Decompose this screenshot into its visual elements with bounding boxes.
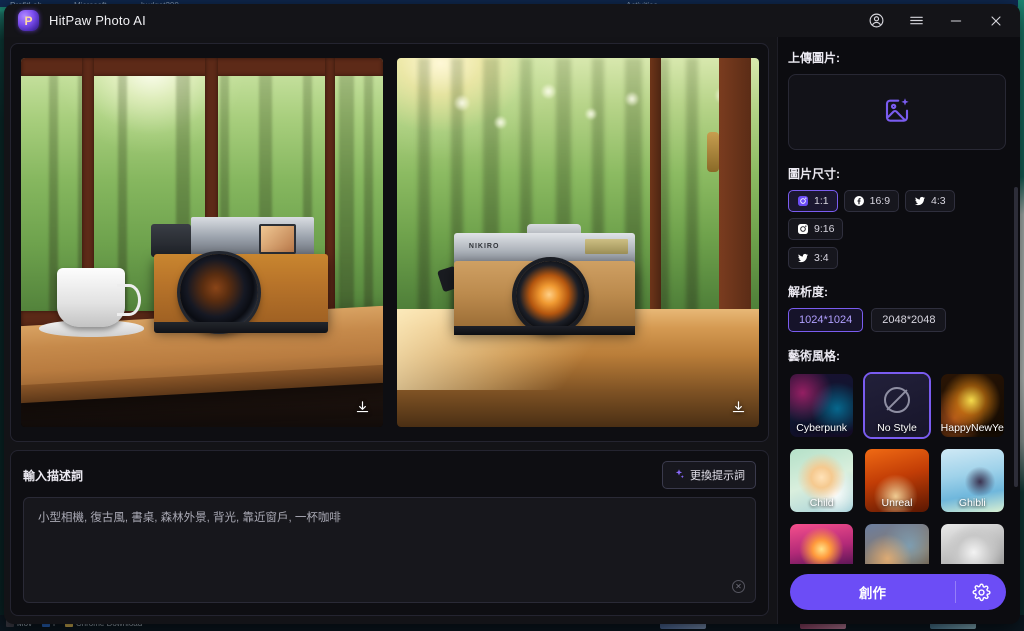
style-option-watercolor[interactable]: Watercolor xyxy=(863,522,930,564)
create-button[interactable]: 創作 xyxy=(790,574,955,610)
style-option-no-style[interactable]: No Style xyxy=(863,372,931,439)
clear-prompt-button[interactable]: ✕ xyxy=(732,580,745,593)
aspect-option-label: 9:16 xyxy=(814,223,835,235)
prompt-panel: 輸入描述詞 更換提示詞 小型相機, 復古風, 書桌, 森林外景, 背光, 靠近窗… xyxy=(10,450,769,616)
aspect-option-label: 16:9 xyxy=(869,195,891,207)
resolution-option-1024[interactable]: 1024*1024 xyxy=(788,308,864,332)
generated-image-card[interactable] xyxy=(20,58,383,427)
prompt-text: 小型相機, 復古風, 書桌, 森林外景, 背光, 靠近窗戶, 一杯咖啡 xyxy=(38,512,341,524)
style-option-cyberpunk[interactable]: Cyberpunk xyxy=(788,372,855,439)
app-logo-glyph: P xyxy=(24,13,33,28)
aspect-section-title: 圖片尺寸: xyxy=(788,167,840,181)
resolution-options: 1024*1024 2048*2048 xyxy=(788,308,1006,332)
aspect-option-4-3[interactable]: 4:3 xyxy=(905,190,955,212)
resolution-section-title: 解析度: xyxy=(788,285,828,299)
prompt-label: 輸入描述詞 xyxy=(23,468,84,483)
settings-sidebar: 上傳圖片: 圖片尺寸: 1:1 16:9 4:3 9:16 3:4 解析度: 1… xyxy=(777,37,1020,624)
resolution-option-2048[interactable]: 2048*2048 xyxy=(871,308,947,332)
facebook-icon xyxy=(853,195,865,207)
change-prompt-label: 更換提示詞 xyxy=(690,470,745,482)
download-icon[interactable] xyxy=(353,397,373,417)
gear-icon[interactable] xyxy=(956,574,1006,610)
app-logo-icon: P xyxy=(18,10,39,31)
style-option-happynewyear[interactable]: HappyNewYear xyxy=(939,372,1006,439)
instagram-icon xyxy=(797,195,809,207)
style-option-sketch[interactable]: Sketch xyxy=(939,522,1006,564)
create-button-group: 創作 xyxy=(790,574,1006,610)
style-label: HappyNewYear xyxy=(940,422,1004,434)
aspect-option-label: 1:1 xyxy=(814,195,829,207)
style-label: No Style xyxy=(877,422,917,434)
style-option-child[interactable]: Child xyxy=(788,447,855,514)
close-icon[interactable] xyxy=(976,4,1016,37)
prompt-input[interactable]: 小型相機, 復古風, 書桌, 森林外景, 背光, 靠近窗戶, 一杯咖啡 ✕ xyxy=(23,497,756,603)
upload-image-dropzone[interactable] xyxy=(788,74,1006,150)
aspect-ratio-options-row2: 3:4 xyxy=(788,247,1006,269)
style-thumbnail xyxy=(790,524,854,564)
hamburger-menu-icon[interactable] xyxy=(896,4,936,37)
style-label: Child xyxy=(809,497,834,509)
aspect-option-label: 3:4 xyxy=(814,252,829,264)
no-style-icon xyxy=(883,387,910,414)
aspect-option-3-4[interactable]: 3:4 xyxy=(788,247,838,269)
app-title: HitPaw Photo AI xyxy=(49,13,146,28)
twitter-icon xyxy=(797,252,809,264)
create-row: 創作 xyxy=(778,564,1020,624)
generated-image-1 xyxy=(20,58,383,427)
style-label: Unreal xyxy=(881,497,913,509)
window-body: NIKIRO 輸入描述詞 更換提示詞 小型相機, 復古風, 書桌, 森林外景, … xyxy=(4,37,1020,624)
titlebar: P HitPaw Photo AI xyxy=(4,4,1020,37)
aspect-ratio-options: 1:1 16:9 4:3 9:16 xyxy=(788,190,1006,240)
style-label: Ghibli xyxy=(958,497,986,509)
instagram-icon xyxy=(797,223,809,235)
twitter-icon xyxy=(914,195,926,207)
style-grid: Cyberpunk No Style HappyNewYear xyxy=(788,372,1006,564)
style-label: Cyberpunk xyxy=(796,422,848,434)
style-thumbnail xyxy=(865,524,929,564)
preview-panel: NIKIRO xyxy=(10,43,769,442)
download-icon[interactable] xyxy=(729,397,749,417)
upload-section-title: 上傳圖片: xyxy=(788,51,840,65)
style-option-pixel-art[interactable]: Pixel Art xyxy=(788,522,855,564)
generated-image-card[interactable]: NIKIRO xyxy=(396,58,759,427)
workspace-column: NIKIRO 輸入描述詞 更換提示詞 小型相機, 復古風, 書桌, 森林外景, … xyxy=(4,37,777,624)
titlebar-actions xyxy=(856,4,1016,37)
generated-image-2: NIKIRO xyxy=(396,58,759,427)
image-sparkle-icon xyxy=(882,95,912,130)
minimize-icon[interactable] xyxy=(936,4,976,37)
aspect-option-1-1[interactable]: 1:1 xyxy=(788,190,838,212)
prompt-header: 輸入描述詞 更換提示詞 xyxy=(23,461,756,489)
account-circle-icon[interactable] xyxy=(856,4,896,37)
style-thumbnail xyxy=(940,524,1004,564)
settings-scroll-area: 上傳圖片: 圖片尺寸: 1:1 16:9 4:3 9:16 3:4 解析度: 1… xyxy=(778,37,1020,564)
style-option-ghibli[interactable]: Ghibli xyxy=(939,447,1006,514)
change-prompt-button[interactable]: 更換提示詞 xyxy=(662,461,756,489)
aspect-option-label: 4:3 xyxy=(931,195,946,207)
sparkle-icon xyxy=(673,468,685,483)
aspect-option-9-16[interactable]: 9:16 xyxy=(788,218,844,240)
camera-brand-text: NIKIRO xyxy=(468,242,500,250)
app-window: P HitPaw Photo AI NIKIRO 輸入描述詞 更換提示詞 小型相… xyxy=(4,4,1020,624)
style-option-unreal[interactable]: Unreal xyxy=(863,447,930,514)
style-section-title: 藝術風格: xyxy=(788,349,840,363)
sidebar-scrollbar[interactable] xyxy=(1014,187,1018,487)
aspect-option-16-9[interactable]: 16:9 xyxy=(843,190,900,212)
